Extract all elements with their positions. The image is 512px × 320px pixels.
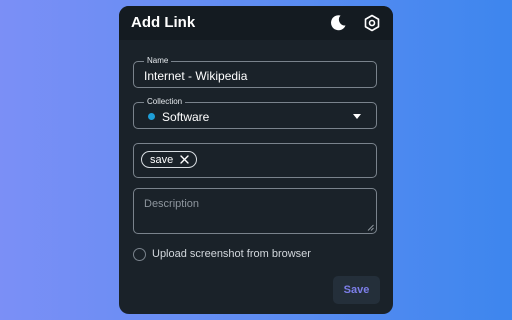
gear-icon[interactable] bbox=[363, 14, 381, 32]
panel-title: Add Link bbox=[131, 14, 196, 31]
upload-screenshot-label: Upload screenshot from browser bbox=[152, 248, 311, 260]
close-icon[interactable] bbox=[180, 155, 189, 164]
tag-chip-label: save bbox=[150, 154, 174, 166]
moon-icon[interactable] bbox=[329, 14, 347, 32]
description-field[interactable] bbox=[133, 188, 377, 234]
name-value: Internet - Wikipedia bbox=[144, 69, 248, 83]
collection-color-dot bbox=[148, 113, 155, 120]
description-input[interactable] bbox=[134, 189, 376, 233]
save-button[interactable]: Save bbox=[333, 276, 380, 304]
upload-screenshot-radio[interactable] bbox=[133, 248, 146, 261]
collection-value: Software bbox=[162, 110, 210, 124]
resize-grip-icon[interactable] bbox=[367, 224, 374, 231]
collection-label: Collection bbox=[144, 96, 186, 107]
panel-header: Add Link bbox=[119, 6, 393, 40]
tag-chip: save bbox=[141, 151, 197, 168]
chevron-down-icon bbox=[353, 114, 361, 119]
name-label: Name bbox=[144, 55, 172, 66]
collection-select[interactable]: Collection Software bbox=[133, 96, 377, 129]
add-link-panel: Add Link Name Internet - Wikipedia Colle… bbox=[119, 6, 393, 314]
name-field[interactable]: Name Internet - Wikipedia bbox=[133, 55, 377, 88]
tags-input[interactable]: save bbox=[133, 143, 377, 178]
